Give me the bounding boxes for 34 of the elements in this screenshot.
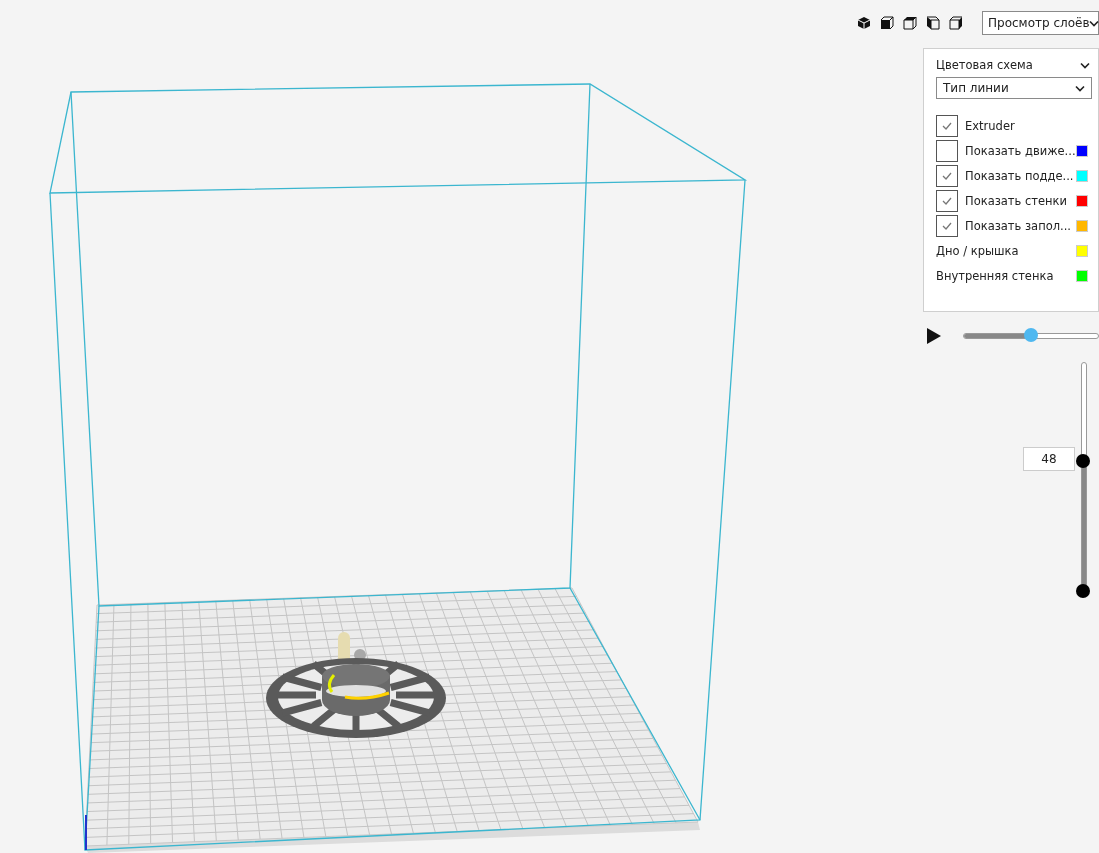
legend-label: Внутренняя стенка bbox=[936, 268, 1055, 283]
checkbox[interactable] bbox=[936, 139, 958, 162]
checkbox[interactable] bbox=[936, 189, 958, 212]
play-icon[interactable] bbox=[927, 328, 941, 344]
checkbox[interactable] bbox=[936, 164, 958, 187]
legend-label: Дно / крышка bbox=[936, 243, 1020, 258]
caret-icon bbox=[1075, 84, 1085, 92]
layer-handle[interactable] bbox=[1076, 454, 1090, 469]
chevron-icon[interactable] bbox=[1080, 61, 1090, 69]
legend-label: Показать стенки bbox=[965, 193, 1068, 208]
checkmark-icon bbox=[942, 221, 952, 230]
playback-slider[interactable] bbox=[963, 328, 1099, 344]
layer-number-field[interactable]: 48 bbox=[1023, 447, 1075, 472]
front-view-icon[interactable] bbox=[880, 16, 894, 30]
checkmark-icon bbox=[942, 196, 952, 205]
right-view-icon[interactable] bbox=[949, 16, 963, 30]
legend-label: Показать запол... bbox=[965, 218, 1072, 233]
legend-label: Показать движе... bbox=[965, 143, 1076, 158]
top-view-icon[interactable] bbox=[903, 16, 917, 30]
3d-view-icon[interactable] bbox=[857, 16, 871, 30]
view-mode-dropdown[interactable]: Просмотр слоёв bbox=[982, 11, 1099, 35]
checkmark-icon bbox=[942, 171, 952, 180]
checkbox[interactable] bbox=[936, 214, 958, 237]
checkmark-icon bbox=[942, 121, 952, 130]
axis-marker bbox=[85, 814, 87, 851]
legend-label: Extruder bbox=[965, 118, 1016, 133]
color-scheme-dropdown[interactable]: Тип линии bbox=[936, 77, 1092, 99]
left-view-icon[interactable] bbox=[926, 16, 940, 30]
slider-handle[interactable] bbox=[1024, 328, 1038, 342]
caret-icon bbox=[1089, 19, 1099, 27]
checkbox[interactable] bbox=[936, 114, 958, 137]
bottom-layer-handle[interactable] bbox=[1076, 584, 1090, 598]
legend-label: Показать подде... bbox=[965, 168, 1075, 183]
color-scheme-label: Цветовая схема bbox=[936, 58, 1033, 72]
